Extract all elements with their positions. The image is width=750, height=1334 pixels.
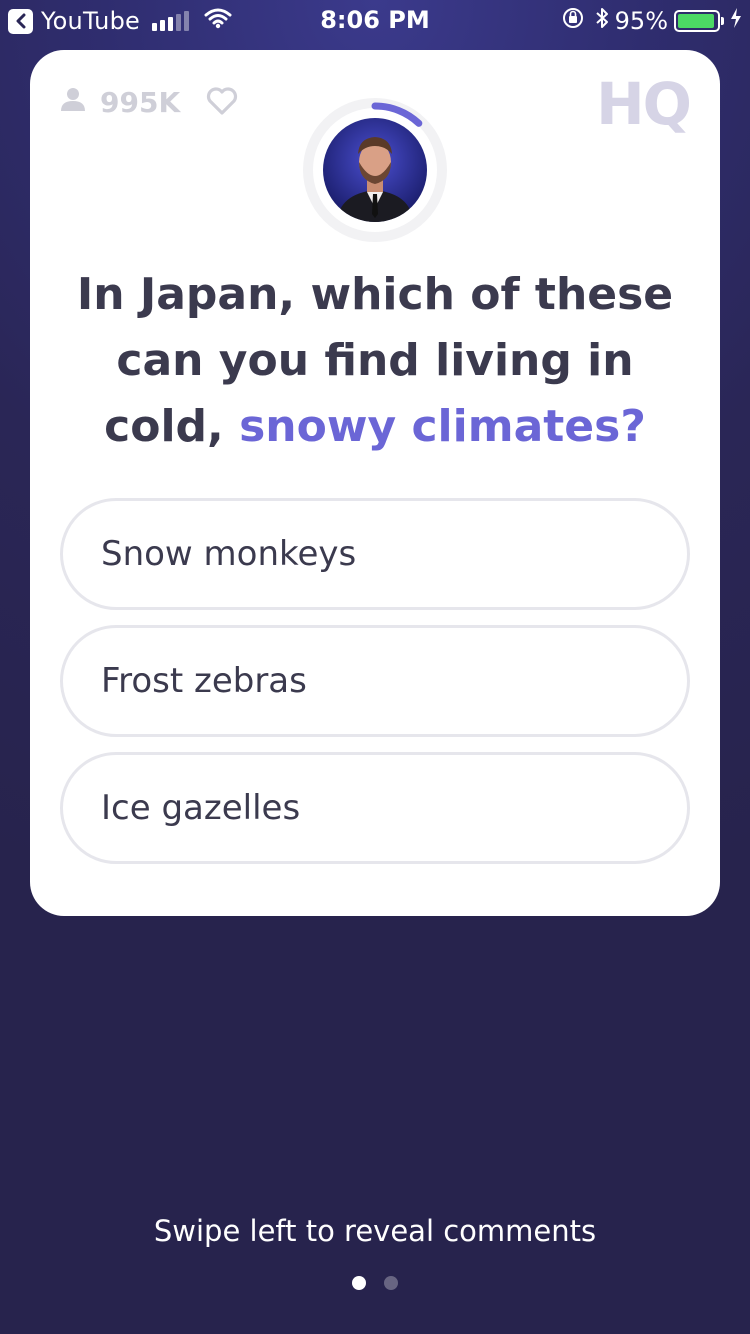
battery-fill [678, 14, 715, 28]
bluetooth-icon [595, 6, 609, 36]
battery-nub [721, 17, 724, 25]
answer-option-2[interactable]: Frost zebras [60, 625, 690, 737]
heart-icon[interactable] [206, 87, 238, 119]
answer-label: Frost zebras [101, 661, 307, 701]
question-text: In Japan, which of these can you find li… [60, 262, 690, 460]
status-bar: YouTube 8:06 PM 95% [0, 0, 750, 40]
battery-percent: 95% [614, 7, 668, 35]
swipe-hint: Swipe left to reveal comments [153, 1214, 597, 1248]
question-highlight: snowy climates? [239, 401, 646, 452]
answer-option-3[interactable]: Ice gazelles [60, 752, 690, 864]
status-right: 95% [561, 6, 742, 36]
person-icon [60, 86, 86, 119]
host-avatar [323, 118, 427, 222]
charging-bolt-icon [730, 7, 742, 35]
hq-logo: HQ [596, 70, 692, 138]
viewer-count-label: 995K [100, 86, 181, 119]
battery-icon [674, 10, 720, 32]
answer-label: Ice gazelles [101, 788, 301, 828]
viewer-count: 995K [60, 86, 180, 119]
page-indicator[interactable] [0, 1276, 750, 1290]
orientation-lock-icon [561, 6, 585, 36]
answer-option-1[interactable]: Snow monkeys [60, 498, 690, 610]
answer-label: Snow monkeys [101, 534, 357, 574]
page-dot-active[interactable] [352, 1276, 366, 1290]
question-card: 995K HQ In Japan, which of these can you… [30, 50, 720, 916]
page-dot-inactive[interactable] [384, 1276, 398, 1290]
